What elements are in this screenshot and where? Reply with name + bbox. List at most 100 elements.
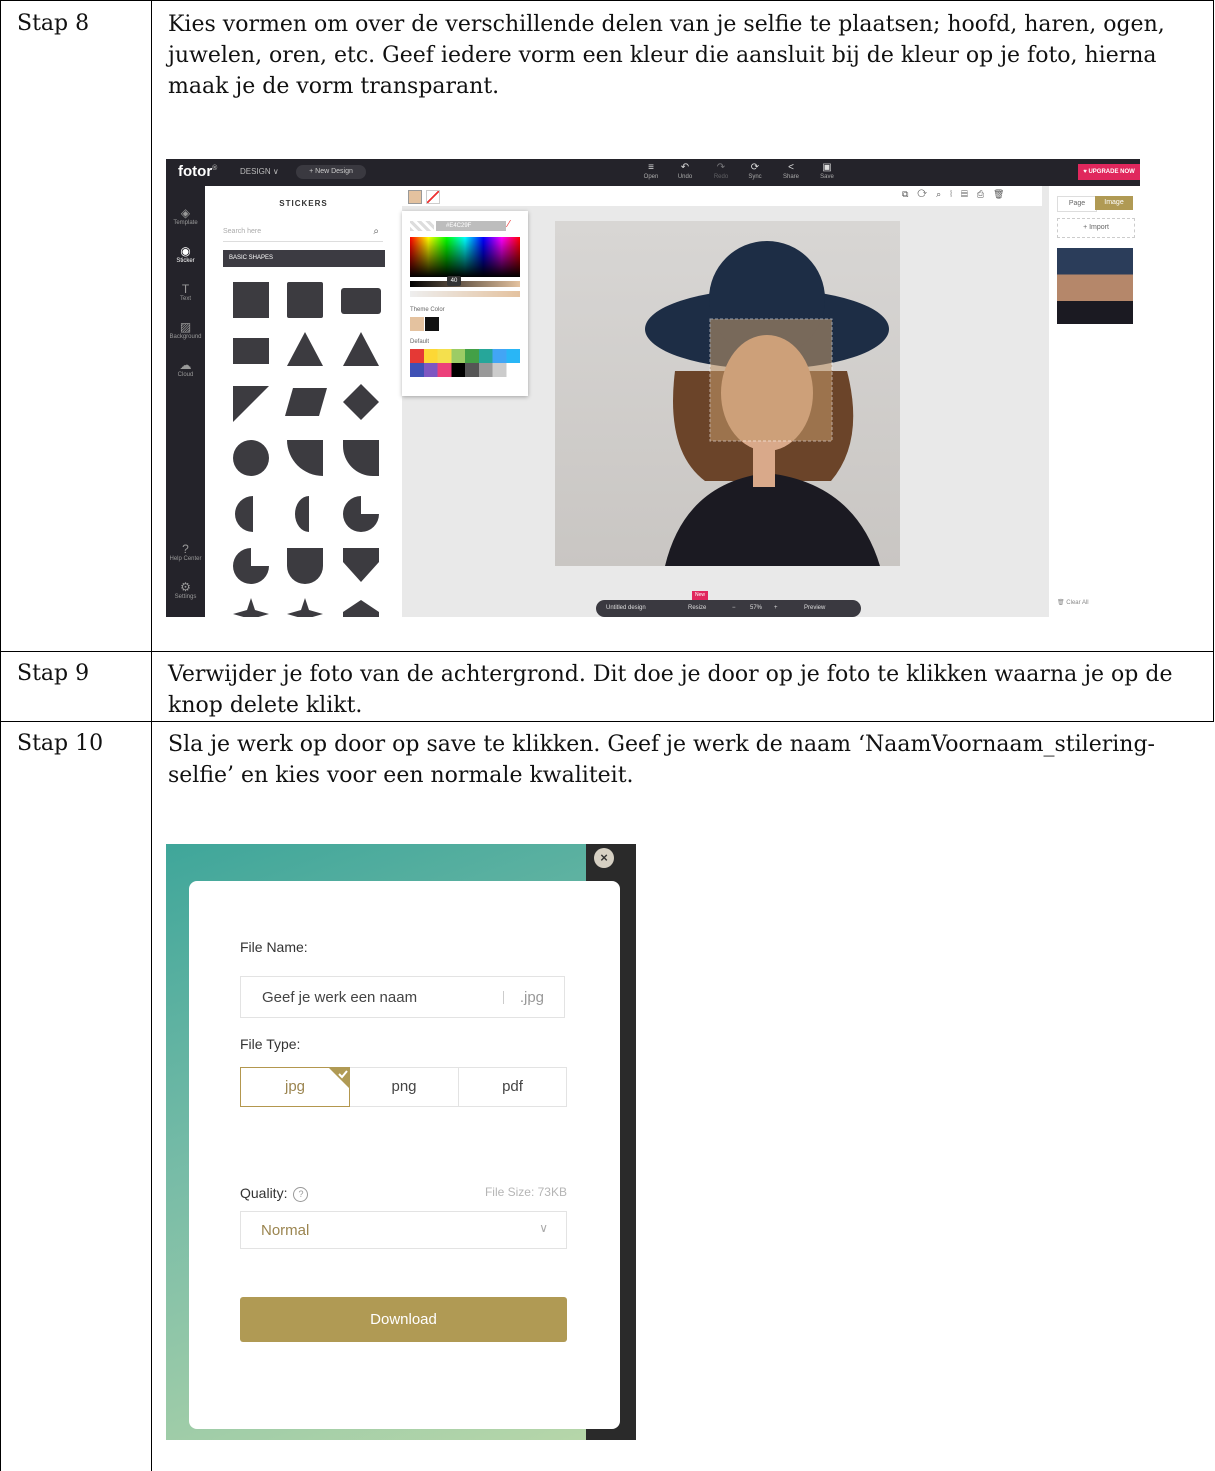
triangle-shape	[343, 332, 379, 366]
step-10-text: Sla je werk op door op save te klikken. …	[168, 732, 1155, 788]
object-tools[interactable]: ⧉⟳⌕⦚▤⎙🗑	[902, 189, 1013, 200]
opacity-value: 40	[447, 276, 461, 286]
star-shape	[233, 598, 269, 617]
sticker-search-input[interactable]: Search here ⌕	[223, 223, 383, 242]
zoom-in-button[interactable]: +	[774, 600, 778, 617]
resize-button[interactable]: Resize	[688, 600, 706, 617]
settings-icon: ⚙	[180, 580, 191, 594]
zoom-level: 57%	[750, 605, 763, 611]
half-circle-shape	[295, 496, 309, 532]
selfie-photo[interactable]	[555, 221, 900, 566]
star-shape	[287, 598, 323, 617]
search-icon: ⌕	[373, 226, 379, 237]
left-sidebar: ◈ Template ◉ Sticker T Text ▨ Background ☁ Cl…	[166, 186, 205, 617]
table-column-divider	[151, 0, 152, 1471]
color-picker-popup: #E4C29F ⁄ 40 Theme Color Default	[402, 211, 528, 396]
clear-all-button[interactable]: 🗑 Clear All	[1057, 599, 1089, 606]
color-spectrum[interactable]	[410, 237, 520, 277]
chevron-down-icon: ∨	[539, 1221, 548, 1235]
rounded-square-shape	[287, 282, 323, 318]
file-size: File Size: 73KB	[484, 1185, 567, 1199]
file-type-png[interactable]: png	[349, 1067, 459, 1107]
download-button[interactable]: Download	[240, 1297, 567, 1342]
cloud-icon: ☁	[179, 358, 192, 372]
tab-image[interactable]: Image	[1095, 196, 1133, 210]
default-palette[interactable]	[410, 349, 520, 377]
fotor-editor-screenshot: fotor® DESIGN ∨ + New Design ≡ Open ↶ Undo…	[166, 159, 1140, 617]
hex-input[interactable]: #E4C29F	[436, 221, 506, 231]
import-button[interactable]: + Import	[1057, 218, 1135, 238]
sync-icon: ⟳	[750, 162, 760, 173]
sidebar-item-sticker[interactable]: ◉ Sticker	[166, 244, 205, 264]
sidebar-item-help-center[interactable]: ? Help Center	[166, 542, 205, 562]
sidebar-item-template[interactable]: ◈ Template	[166, 206, 205, 226]
opacity-slider[interactable]	[410, 291, 520, 297]
sync-button[interactable]: ⟳ Sync	[742, 162, 768, 180]
open-button[interactable]: ≡ Open	[638, 162, 664, 180]
save-icon: ▣	[822, 162, 832, 173]
no-color-icon[interactable]: ⁄	[508, 219, 510, 230]
image-thumbnail[interactable]	[1057, 248, 1133, 324]
redo-icon: ↷	[716, 162, 726, 173]
save-button[interactable]: ▣ Save	[814, 162, 840, 180]
transparency-swatch[interactable]	[410, 221, 434, 231]
basic-shapes-header[interactable]: BASIC SHAPES	[223, 250, 385, 267]
quality-value: Normal	[261, 1222, 310, 1239]
zoom-out-button[interactable]: −	[732, 600, 736, 617]
file-type-pdf[interactable]: pdf	[458, 1067, 567, 1107]
rounded-rect-shape	[341, 288, 381, 314]
design-title[interactable]: Untitled design	[606, 600, 646, 617]
fill-color-swatch[interactable]	[408, 190, 422, 204]
redo-button[interactable]: ↷ Redo	[708, 162, 734, 180]
half-circle-shape	[235, 496, 253, 532]
square-shape	[233, 282, 269, 318]
quality-select[interactable]: Normal ∨	[240, 1211, 567, 1249]
table-row-divider	[0, 721, 1214, 722]
theme-swatch[interactable]	[410, 317, 424, 331]
no-color-swatch[interactable]	[426, 190, 440, 204]
fotor-logo[interactable]: fotor®	[178, 163, 217, 180]
help-icon[interactable]: ?	[293, 1187, 309, 1202]
sidebar-item-cloud[interactable]: ☁ Cloud	[166, 358, 205, 378]
close-button[interactable]: ×	[594, 848, 614, 868]
right-panel: Page Image + Import 🗑 Clear All	[1049, 186, 1140, 617]
canvas-toolbar: ⧉⟳⌕⦚▤⎙🗑	[402, 186, 1042, 206]
table-border-right	[1213, 0, 1214, 722]
table-border-left	[0, 0, 1, 1471]
selfie-illustration	[645, 241, 889, 566]
diamond-shape	[343, 384, 379, 420]
checkmark-icon	[328, 1067, 350, 1089]
theme-color-label: Theme Color	[410, 307, 445, 313]
step-10-label: Stap 10	[17, 731, 104, 756]
preview-button[interactable]: Preview	[804, 600, 825, 617]
undo-button[interactable]: ↶ Undo	[672, 162, 698, 180]
right-triangle-shape	[233, 386, 269, 422]
theme-swatch[interactable]	[425, 317, 439, 331]
design-menu[interactable]: DESIGN ∨	[240, 167, 279, 176]
pie-shape	[233, 548, 269, 584]
file-name-input[interactable]: Geef je werk een naam .jpg	[240, 976, 565, 1018]
file-type-selector: jpg png pdf	[240, 1067, 567, 1107]
hue-slider[interactable]	[410, 281, 520, 287]
basic-shapes-svg[interactable]	[223, 276, 385, 617]
sidebar-item-settings[interactable]: ⚙ Settings	[166, 580, 205, 600]
tab-page[interactable]: Page	[1057, 196, 1097, 212]
triangle-shape	[287, 332, 323, 366]
template-icon: ◈	[180, 206, 191, 220]
input-separator	[503, 991, 504, 1004]
file-name-label: File Name:	[240, 939, 308, 955]
share-button[interactable]: < Share	[778, 162, 804, 180]
file-name-value: Geef je werk een naam	[262, 989, 418, 1006]
step-9-text: Verwijder je foto van de achtergrond. Di…	[168, 662, 1173, 718]
table-row-divider	[0, 651, 1214, 652]
quality-label: Quality:?	[240, 1185, 309, 1202]
upgrade-now-button[interactable]: ♥ UPGRADE NOW	[1078, 164, 1140, 180]
text-icon: T	[181, 282, 190, 296]
file-type-jpg[interactable]: jpg	[240, 1067, 350, 1107]
sidebar-item-background[interactable]: ▨ Background	[166, 320, 205, 340]
share-icon: <	[788, 162, 794, 173]
sidebar-item-text[interactable]: T Text	[166, 282, 205, 302]
circle-shape	[233, 440, 269, 476]
file-type-label: File Type:	[240, 1036, 301, 1052]
new-design-button[interactable]: + New Design	[296, 165, 366, 179]
